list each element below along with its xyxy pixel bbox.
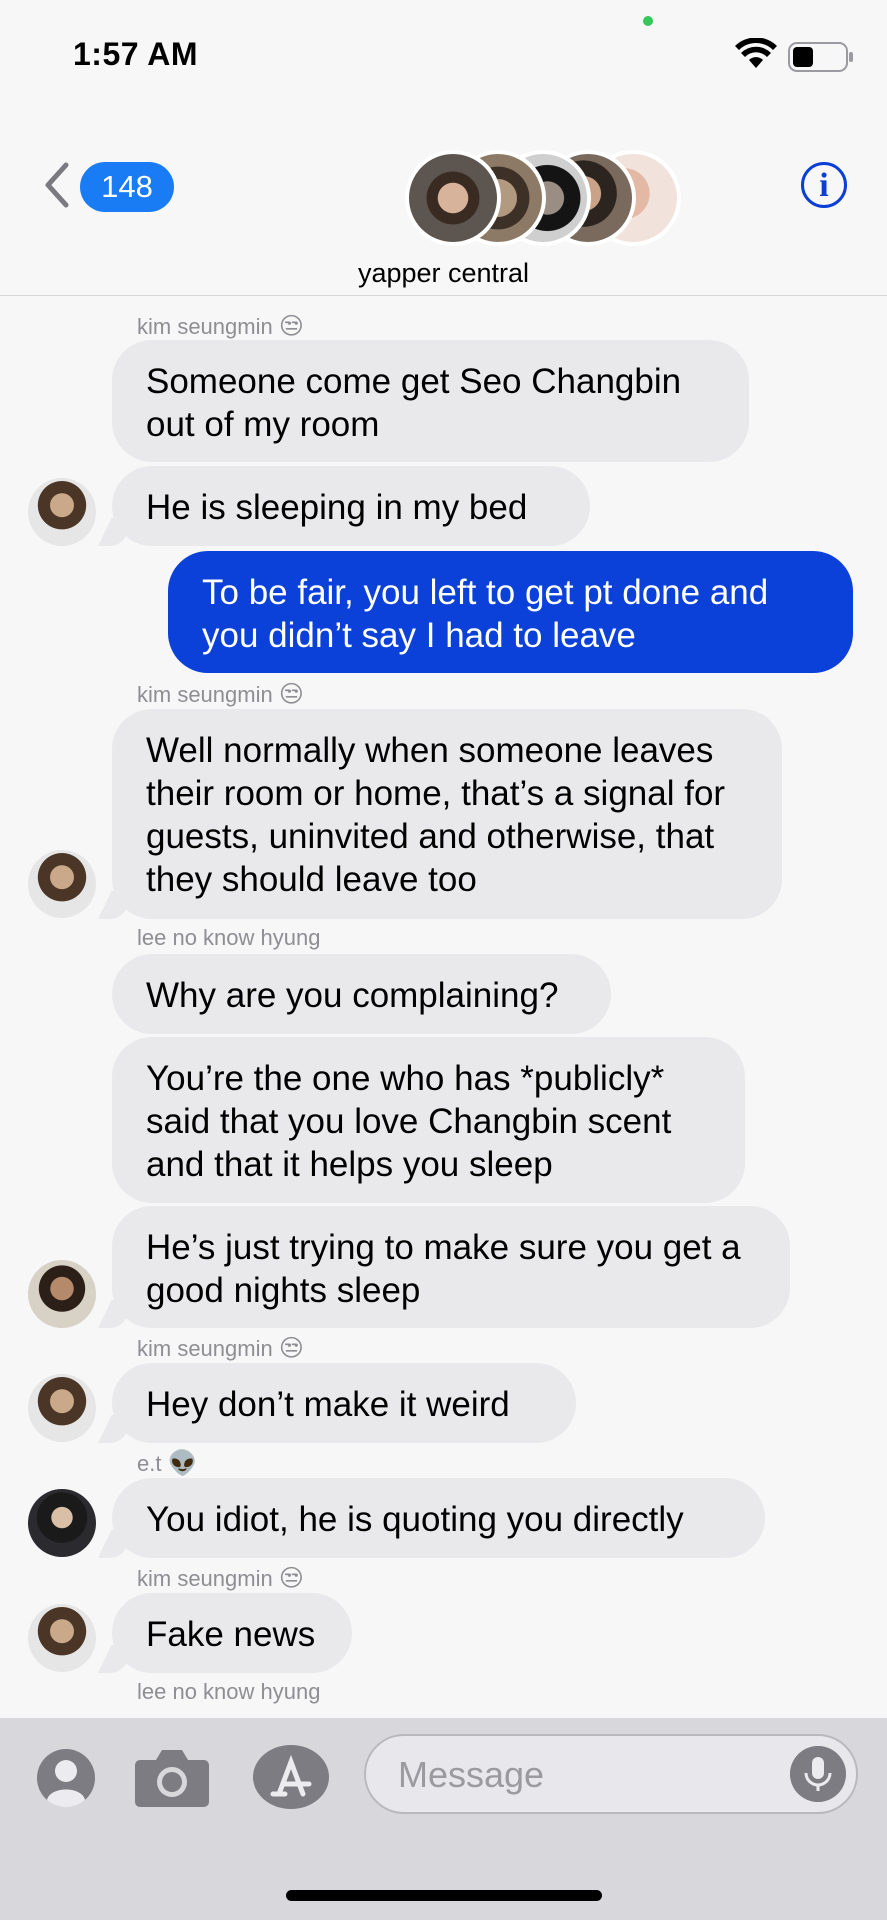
sender-name: lee no know hyung bbox=[137, 925, 320, 951]
info-icon[interactable]: i bbox=[801, 162, 847, 208]
battery-icon bbox=[788, 42, 853, 72]
message-bubble[interactable]: Hey don’t make it weird bbox=[112, 1363, 576, 1443]
sender-name: kim seungmin 😒 bbox=[137, 312, 304, 341]
sender-name-text: lee no know hyung bbox=[137, 925, 321, 950]
sender-avatar[interactable] bbox=[28, 1604, 96, 1672]
message-input[interactable] bbox=[396, 1752, 760, 1798]
message-field[interactable] bbox=[364, 1734, 858, 1814]
message-bubble[interactable]: Someone come get Seo Changbin out of my … bbox=[112, 340, 749, 462]
unread-count-badge[interactable]: 148 bbox=[80, 162, 174, 212]
back-chevron-icon[interactable] bbox=[42, 162, 72, 208]
message-bubble[interactable]: Fake news bbox=[112, 1593, 352, 1673]
microphone-icon[interactable] bbox=[790, 1746, 846, 1802]
sender-name-text: kim seungmin bbox=[137, 314, 273, 339]
message-bubble[interactable]: You idiot, he is quoting you directly bbox=[112, 1478, 765, 1558]
sender-avatar[interactable] bbox=[28, 850, 96, 918]
status-time: 1:57 AM bbox=[73, 36, 199, 72]
sender-name-text: kim seungmin bbox=[137, 1336, 273, 1361]
sender-emoji: 👽 bbox=[167, 1450, 198, 1477]
contacts-icon[interactable] bbox=[36, 1748, 96, 1808]
sender-name: kim seungmin 😒 bbox=[137, 1334, 304, 1363]
sender-avatar[interactable] bbox=[28, 1260, 96, 1328]
message-bubble[interactable]: He’s just trying to make sure you get a … bbox=[112, 1206, 790, 1328]
home-indicator[interactable] bbox=[286, 1890, 602, 1901]
sender-name-text: e.t bbox=[137, 1451, 162, 1476]
sender-avatar[interactable] bbox=[28, 1489, 96, 1557]
sender-name-text: lee no know hyung bbox=[137, 1679, 321, 1704]
sender-emoji: 😒 bbox=[278, 681, 304, 708]
group-name[interactable]: yapper central bbox=[0, 258, 887, 289]
privacy-indicator bbox=[643, 16, 653, 26]
sender-name: kim seungmin 😒 bbox=[137, 1564, 304, 1593]
sender-name: e.t 👽 bbox=[137, 1449, 197, 1478]
sender-emoji: 😒 bbox=[278, 1335, 304, 1362]
sender-emoji: 😒 bbox=[278, 1565, 304, 1592]
outgoing-message-bubble[interactable]: To be fair, you left to get pt done and … bbox=[168, 551, 853, 673]
sender-name-text: kim seungmin bbox=[137, 682, 273, 707]
message-bubble[interactable]: Why are you complaining? bbox=[112, 954, 611, 1034]
wifi-icon bbox=[735, 38, 777, 68]
group-avatars[interactable] bbox=[405, 150, 695, 250]
message-bubble[interactable]: You’re the one who has *publicly* said t… bbox=[112, 1037, 745, 1203]
app-store-icon[interactable] bbox=[253, 1744, 333, 1810]
sender-emoji: 😒 bbox=[278, 313, 304, 340]
sender-name: lee no know hyung bbox=[137, 1679, 320, 1705]
group-avatar-main bbox=[405, 150, 501, 246]
sender-avatar[interactable] bbox=[28, 1374, 96, 1442]
camera-icon[interactable] bbox=[134, 1746, 210, 1808]
message-bubble[interactable]: He is sleeping in my bed bbox=[112, 466, 590, 546]
sender-name: kim seungmin 😒 bbox=[137, 680, 304, 709]
message-bubble[interactable]: Well normally when someone leaves their … bbox=[112, 709, 782, 919]
sender-avatar[interactable] bbox=[28, 478, 96, 546]
sender-name-text: kim seungmin bbox=[137, 1566, 273, 1591]
